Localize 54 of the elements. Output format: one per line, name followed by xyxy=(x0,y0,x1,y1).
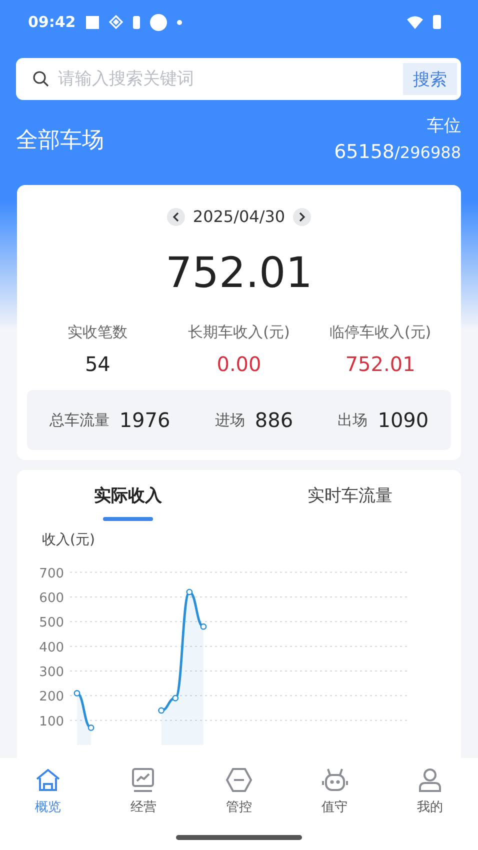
nav-tab[interactable]: 概览 xyxy=(0,766,96,816)
date-label: 2025/04/30 xyxy=(192,207,286,226)
tick-label: 100 xyxy=(39,714,64,730)
stat-label: 长期车收入(元) xyxy=(188,323,290,342)
spaces-count: 65158/296988 xyxy=(334,141,461,163)
chevron-left-icon xyxy=(172,212,180,222)
notification-icon xyxy=(86,16,99,28)
data-point xyxy=(172,694,179,702)
traffic-label: 总车流量 xyxy=(49,410,110,430)
tick-label: 600 xyxy=(39,590,64,606)
tick-label: 400 xyxy=(39,640,64,656)
chevron-right-icon xyxy=(298,212,306,222)
lot-title: 全部车场 xyxy=(16,127,104,155)
tick-label: 500 xyxy=(39,616,64,631)
traffic-value: 1090 xyxy=(378,408,429,432)
stat-value: 54 xyxy=(84,352,110,376)
data-point xyxy=(74,690,80,696)
stat-value: 752.01 xyxy=(345,352,416,376)
traffic-value: 886 xyxy=(254,408,294,432)
stat-value: 0.00 xyxy=(216,352,262,376)
nav-tab[interactable]: 经营 xyxy=(96,766,192,816)
traffic-value: 1976 xyxy=(119,408,170,432)
chart-tab[interactable]: 实时车流量 xyxy=(239,470,461,521)
nav-tab[interactable]: 值守 xyxy=(286,766,382,816)
total-amount: 752.01 xyxy=(166,248,312,297)
tick-label: 300 xyxy=(39,664,64,680)
stat-label: 实收笔数 xyxy=(68,323,128,342)
home-icon xyxy=(34,766,62,794)
traffic-label: 进场 xyxy=(214,410,245,430)
stat-label: 临停车收入(元) xyxy=(329,323,432,342)
dot-icon xyxy=(176,20,182,24)
data-point xyxy=(158,707,164,714)
tick-label: 200 xyxy=(39,690,64,705)
data-point xyxy=(200,623,207,630)
tick-label: 700 xyxy=(39,566,64,582)
robot-icon xyxy=(320,766,349,794)
spaces-label: 车位 xyxy=(427,115,461,137)
hexagon-icon xyxy=(224,766,253,794)
data-point xyxy=(88,724,94,731)
circle-icon xyxy=(150,14,167,30)
status-time: 09:42 xyxy=(28,13,76,31)
next-button[interactable] xyxy=(293,208,312,226)
nav-tab[interactable]: 我的 xyxy=(382,766,478,816)
battery-icon xyxy=(433,15,441,29)
axis-title: 收入(元) xyxy=(42,531,96,549)
nav-tab[interactable]: 管控 xyxy=(191,766,287,816)
search-icon xyxy=(32,70,50,88)
data-point xyxy=(186,588,193,596)
previous-button[interactable] xyxy=(166,208,185,226)
wifi-icon xyxy=(407,16,423,28)
chart-tab[interactable]: 实际收入 xyxy=(17,470,239,521)
diamond-icon xyxy=(108,15,123,29)
battery-icon xyxy=(132,16,140,28)
traffic-label: 出场 xyxy=(338,410,368,430)
